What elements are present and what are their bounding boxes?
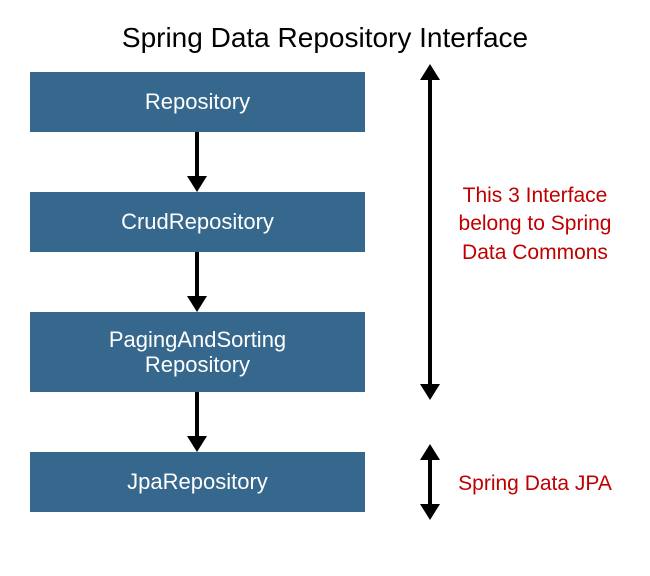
box-jpa-repository-label: JpaRepository xyxy=(127,469,268,494)
box-paging-sorting-repository: PagingAndSorting Repository xyxy=(30,312,365,392)
diagram-canvas: Repository CrudRepository PagingAndSorti… xyxy=(30,72,630,562)
bracket-jpa xyxy=(420,444,440,520)
arrow-paging-to-jpa xyxy=(187,392,207,452)
bracket-commons xyxy=(420,64,440,400)
annotation-commons-text: This 3 Interface belong to Spring Data C… xyxy=(459,184,612,264)
box-paging-sorting-repository-label: PagingAndSorting Repository xyxy=(109,327,286,378)
box-repository-label: Repository xyxy=(145,89,250,114)
box-jpa-repository: JpaRepository xyxy=(30,452,365,512)
diagram-title: Spring Data Repository Interface xyxy=(0,0,650,54)
box-crud-repository: CrudRepository xyxy=(30,192,365,252)
annotation-jpa-text: Spring Data JPA xyxy=(458,472,612,495)
box-crud-repository-label: CrudRepository xyxy=(121,209,274,234)
arrow-crud-to-paging xyxy=(187,252,207,312)
arrow-repo-to-crud xyxy=(187,132,207,192)
box-repository: Repository xyxy=(30,72,365,132)
annotation-jpa: Spring Data JPA xyxy=(450,470,620,498)
annotation-commons: This 3 Interface belong to Spring Data C… xyxy=(450,182,620,267)
